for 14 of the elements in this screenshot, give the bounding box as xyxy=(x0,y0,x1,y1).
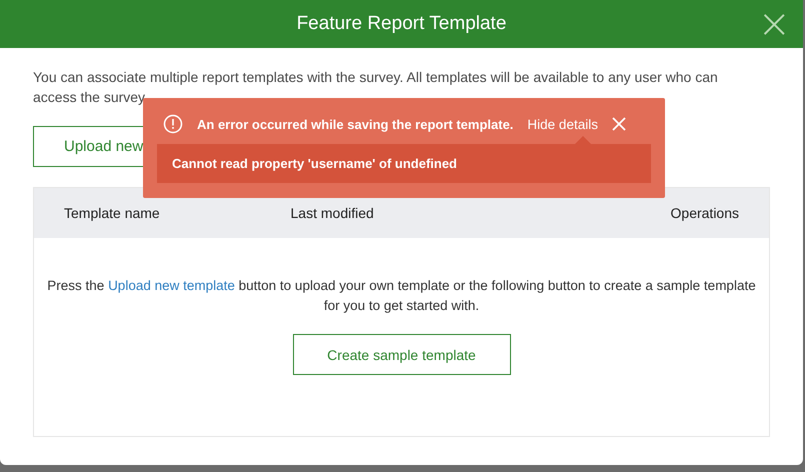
alert-icon xyxy=(163,114,183,134)
close-icon[interactable] xyxy=(612,117,626,131)
intro-text: You can associate multiple report templates with the survey. All templates will be available to any user who can access the survey xyxy=(33,68,719,107)
error-details: Cannot read property 'username' of undefined xyxy=(157,144,651,183)
details-pointer xyxy=(575,136,591,144)
dialog-title: Feature Report Template xyxy=(296,13,506,35)
column-header: Last modified xyxy=(290,205,375,221)
create-sample-button[interactable]: Create sample template xyxy=(292,334,510,375)
column-header: Template name xyxy=(64,205,161,221)
upload-template-link[interactable]: Upload new template xyxy=(108,278,235,293)
empty-message: Press the Upload new template button to upload your own template or the following button to create a sample template for you to get started with. xyxy=(46,277,756,315)
hide-details-link[interactable]: Hide details xyxy=(527,116,598,132)
column-header: Operations xyxy=(670,205,739,221)
close-button[interactable]: × xyxy=(757,4,791,44)
